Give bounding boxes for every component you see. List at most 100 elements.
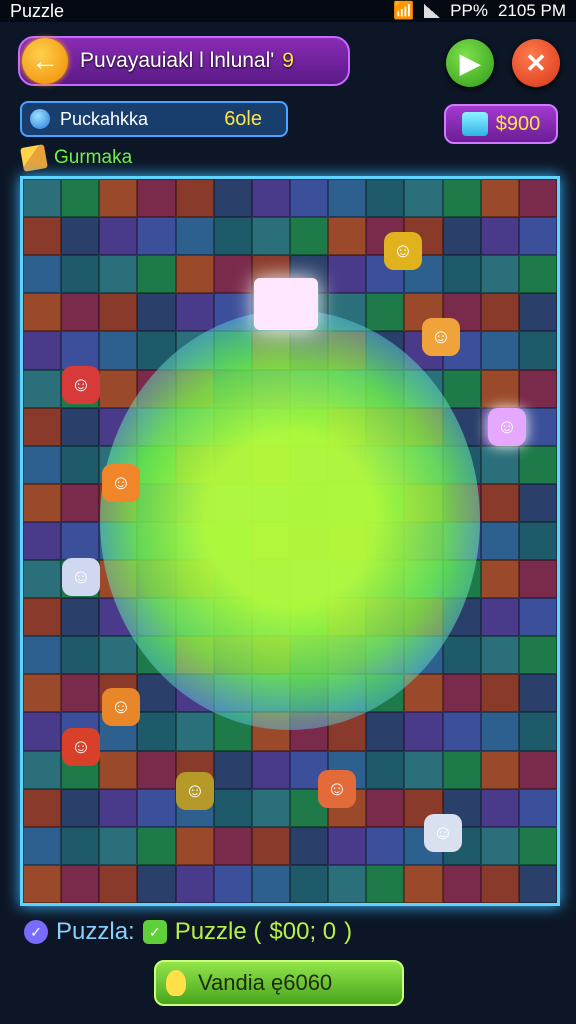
puzzle-tile[interactable]: [99, 864, 138, 903]
puzzle-tile[interactable]: [289, 331, 329, 370]
puzzle-tile[interactable]: [213, 255, 252, 294]
puzzle-tile[interactable]: [328, 331, 367, 370]
puzzle-tile[interactable]: [328, 445, 367, 484]
puzzle-tile[interactable]: [175, 674, 214, 713]
back-button[interactable]: ←: [22, 38, 68, 84]
puzzle-tile[interactable]: [518, 331, 557, 370]
puzzle-tile[interactable]: [328, 369, 367, 408]
puzzle-tile[interactable]: [61, 331, 100, 370]
puzzle-tile[interactable]: [442, 179, 481, 218]
puzzle-tile[interactable]: [480, 598, 519, 637]
puzzle-tile[interactable]: [404, 483, 443, 522]
puzzle-tile[interactable]: [366, 750, 405, 789]
puzzle-tile[interactable]: [442, 445, 481, 484]
puzzle-tile[interactable]: [328, 864, 367, 903]
puzzle-tile[interactable]: [289, 712, 329, 751]
puzzle-tile[interactable]: [23, 445, 62, 484]
puzzle-tile[interactable]: [23, 788, 62, 827]
puzzle-tile[interactable]: [175, 712, 214, 751]
puzzle-tile[interactable]: [480, 255, 519, 294]
puzzle-tile[interactable]: [518, 483, 557, 522]
puzzle-tile[interactable]: [23, 369, 62, 408]
puzzle-tile[interactable]: [442, 864, 481, 903]
puzzle-tile[interactable]: [175, 636, 214, 675]
puzzle-tile[interactable]: [480, 636, 519, 675]
puzzle-tile[interactable]: [442, 560, 481, 599]
puzzle-tile[interactable]: [175, 331, 214, 370]
puzzle-tile[interactable]: [366, 636, 405, 675]
puzzle-tile[interactable]: [251, 217, 290, 256]
puzzle-tile[interactable]: [175, 179, 214, 218]
puzzle-tile[interactable]: [99, 407, 138, 446]
puzzle-tile[interactable]: [366, 864, 405, 903]
puzzle-tile[interactable]: [480, 217, 519, 256]
puzzle-tile[interactable]: [289, 674, 329, 713]
puzzle-tile[interactable]: [61, 293, 100, 332]
puzzle-tile[interactable]: [366, 674, 405, 713]
puzzle-tile[interactable]: [99, 826, 138, 865]
puzzle-tile[interactable]: [137, 826, 176, 865]
puzzle-tile[interactable]: [137, 636, 176, 675]
puzzle-tile[interactable]: [480, 483, 519, 522]
puzzle-tile[interactable]: [61, 788, 100, 827]
puzzle-tile[interactable]: [328, 521, 367, 561]
puzzle-tile[interactable]: [137, 445, 176, 484]
puzzle-tile[interactable]: [251, 826, 290, 865]
puzzle-tile[interactable]: [480, 560, 519, 599]
puzzle-tile[interactable]: [518, 712, 557, 751]
puzzle-tile[interactable]: [404, 750, 443, 789]
puzzle-tile[interactable]: [442, 712, 481, 751]
puzzle-tile[interactable]: [23, 598, 62, 637]
puzzle-tile[interactable]: [480, 331, 519, 370]
puzzle-tile[interactable]: [213, 521, 252, 561]
puzzle-tile[interactable]: [251, 598, 290, 637]
puzzle-tile[interactable]: [366, 407, 405, 446]
puzzle-tile[interactable]: [366, 560, 405, 599]
puzzle-tile[interactable]: [480, 712, 519, 751]
puzzle-tile[interactable]: [328, 217, 367, 256]
puzzle-tile[interactable]: [23, 179, 62, 218]
puzzle-tile[interactable]: [518, 217, 557, 256]
puzzle-tile[interactable]: [442, 407, 481, 446]
puzzle-tile[interactable]: [518, 826, 557, 865]
puzzle-tile[interactable]: [328, 636, 367, 675]
hint-row[interactable]: Gurmaka: [20, 144, 132, 172]
puzzle-tile[interactable]: [213, 179, 252, 218]
puzzle-tile[interactable]: [175, 407, 214, 446]
puzzle-tile[interactable]: [480, 864, 519, 903]
puzzle-tile[interactable]: [61, 255, 100, 294]
puzzle-tile[interactable]: [99, 750, 138, 789]
puzzle-tile[interactable]: [251, 674, 290, 713]
puzzle-tile[interactable]: [366, 331, 405, 370]
monster-piece-white[interactable]: ☺: [62, 558, 100, 596]
puzzle-tile[interactable]: [99, 179, 138, 218]
puzzle-tile[interactable]: [137, 217, 176, 256]
puzzle-tile[interactable]: [137, 483, 176, 522]
puzzle-tile[interactable]: [289, 179, 329, 218]
highlighted-piece[interactable]: [254, 278, 318, 330]
puzzle-tile[interactable]: [366, 483, 405, 522]
puzzle-tile[interactable]: [137, 179, 176, 218]
puzzle-tile[interactable]: [251, 750, 290, 789]
puzzle-tile[interactable]: [518, 179, 557, 218]
puzzle-tile[interactable]: [175, 521, 214, 561]
puzzle-tile[interactable]: [328, 674, 367, 713]
monster-piece-olive[interactable]: ☺: [176, 772, 214, 810]
puzzle-tile[interactable]: [251, 521, 290, 561]
puzzle-tile[interactable]: [251, 636, 290, 675]
puzzle-tile[interactable]: [213, 598, 252, 637]
puzzle-tile[interactable]: [137, 560, 176, 599]
puzzle-tile[interactable]: [328, 483, 367, 522]
puzzle-tile[interactable]: [213, 217, 252, 256]
puzzle-tile[interactable]: [366, 598, 405, 637]
puzzle-tile[interactable]: [23, 750, 62, 789]
puzzle-tile[interactable]: [328, 293, 367, 332]
puzzle-tile[interactable]: [137, 369, 176, 408]
puzzle-tile[interactable]: [23, 712, 62, 751]
puzzle-tile[interactable]: [213, 369, 252, 408]
play-button[interactable]: ▶: [446, 39, 494, 87]
puzzle-tile[interactable]: [23, 864, 62, 903]
puzzle-tile[interactable]: [366, 826, 405, 865]
puzzle-tile[interactable]: [366, 445, 405, 484]
puzzle-tile[interactable]: [213, 712, 252, 751]
